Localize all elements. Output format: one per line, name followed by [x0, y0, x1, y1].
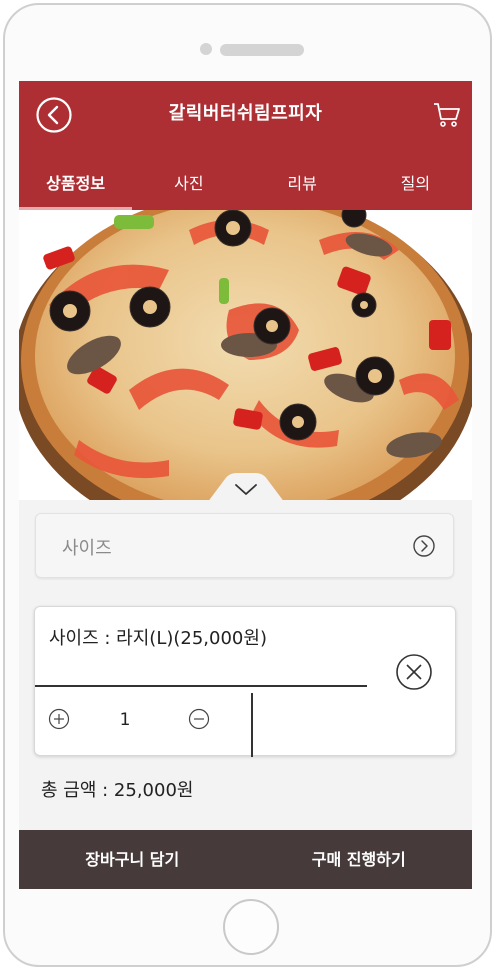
shopping-cart-icon[interactable]: [432, 99, 462, 129]
home-button[interactable]: [223, 899, 279, 955]
divider: [251, 693, 253, 757]
back-icon[interactable]: [35, 96, 73, 134]
circle-chevron-right-icon: [413, 535, 435, 557]
tab-photos[interactable]: 사진: [132, 161, 245, 210]
camera-dot: [200, 43, 212, 55]
header-bar: 갈릭버터쉬림프피자 상품정보 사진 리뷰 질의: [19, 81, 472, 210]
selected-option-text: 사이즈 : 라지(L)(25,000원): [49, 628, 267, 649]
app-screen: 갈릭버터쉬림프피자 상품정보 사진 리뷰 질의 사이즈 사이즈: 라지(L)(…: [19, 81, 472, 889]
tab-product-info[interactable]: 상품정보: [19, 161, 133, 210]
add-to-cart-button[interactable]: 장바구니 담기: [19, 830, 246, 889]
tab-bar: 상품정보 사진 리뷰 질의: [19, 161, 472, 210]
tab-questions[interactable]: 질의: [359, 161, 472, 210]
size-selector[interactable]: 사이즈: [35, 513, 454, 578]
quantity-value: 1: [119, 710, 131, 730]
size-selector-label: 사이즈: [62, 538, 112, 559]
speaker-grille: [220, 44, 304, 56]
tab-reviews[interactable]: 리뷰: [246, 161, 359, 210]
product-title: 갈릭버터쉬림프피자: [168, 103, 323, 124]
circle-x-icon[interactable]: [395, 653, 433, 691]
total-price: 총 금액 : 25,000원: [41, 780, 194, 801]
circle-minus-icon[interactable]: [188, 708, 210, 730]
circle-plus-icon[interactable]: [48, 708, 70, 730]
collapse-chevron-icon[interactable]: [207, 473, 285, 503]
pizza-photo: [19, 210, 472, 500]
purchase-button[interactable]: 구매 진행하기: [246, 830, 473, 889]
bottom-action-bar: 장바구니 담기 구매 진행하기: [19, 830, 472, 889]
divider: [35, 685, 367, 687]
selected-option-card: 사이즈 : 라지(L)(25,000원) 1: [34, 606, 456, 757]
